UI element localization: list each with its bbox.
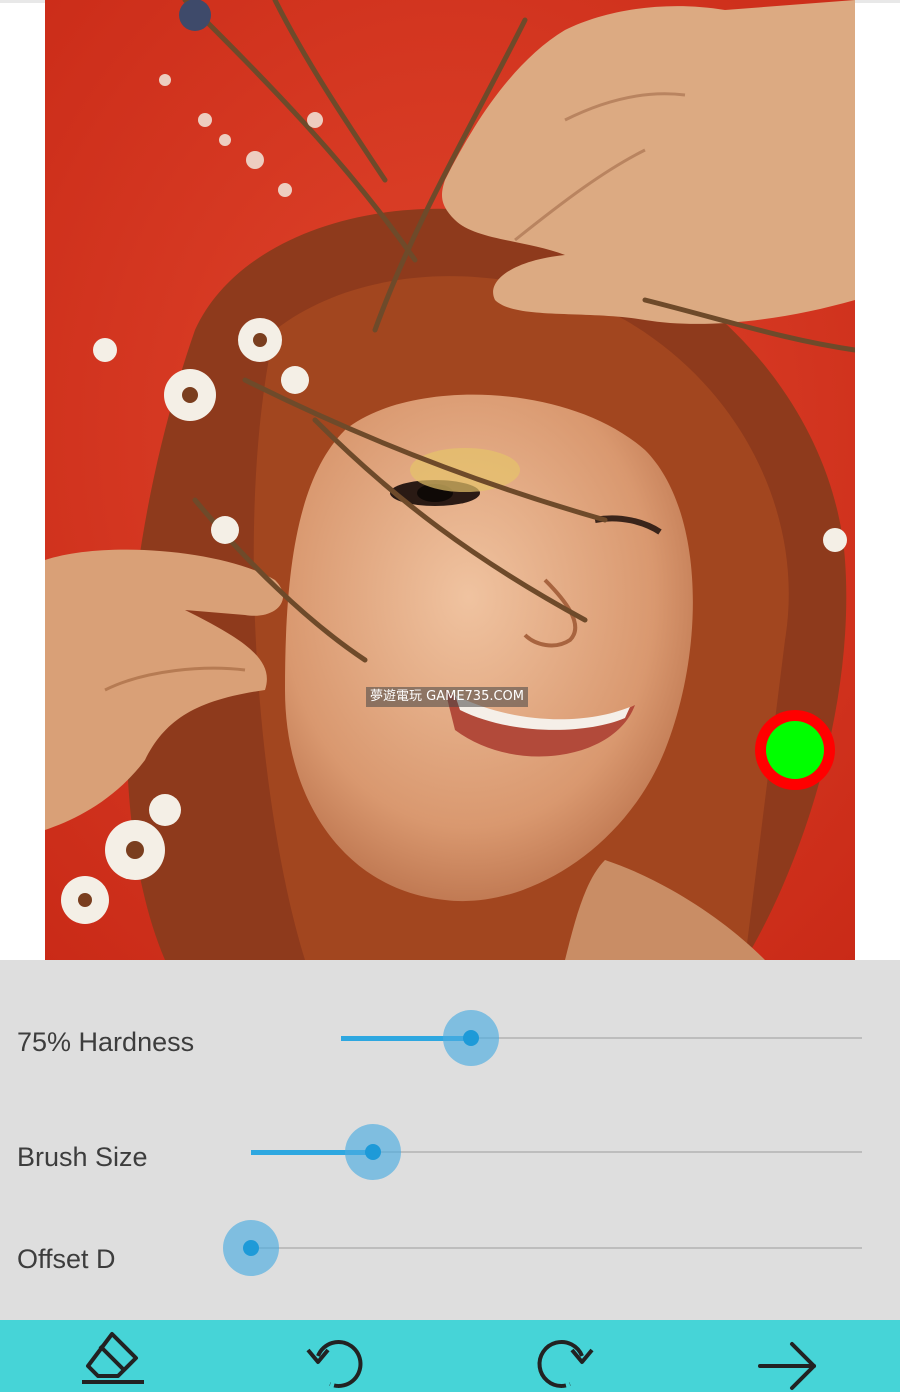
portrait-photo[interactable] bbox=[45, 0, 855, 960]
brush-cursor-handle[interactable] bbox=[755, 710, 835, 790]
next-button[interactable] bbox=[752, 1320, 824, 1392]
offset-slider[interactable] bbox=[223, 1218, 862, 1278]
hardness-slider-thumb[interactable] bbox=[443, 1010, 499, 1066]
eraser-button[interactable] bbox=[78, 1320, 150, 1392]
brush-controls-panel: 75% Hardness Brush Size Offset D bbox=[0, 960, 900, 1320]
brush-cursor-center bbox=[766, 721, 824, 779]
watermark-text: 夢遊電玩 GAME735.COM bbox=[366, 687, 529, 707]
redo-button[interactable] bbox=[526, 1320, 598, 1392]
hardness-slider[interactable] bbox=[341, 1008, 862, 1068]
offset-slider-thumb[interactable] bbox=[223, 1220, 279, 1276]
redo-icon bbox=[537, 1340, 594, 1389]
hardness-label: 75% Hardness bbox=[17, 1027, 195, 1057]
undo-icon bbox=[306, 1340, 363, 1389]
brush-size-slider[interactable] bbox=[251, 1122, 862, 1182]
offset-slider-track bbox=[251, 1247, 862, 1249]
bottom-toolbar bbox=[0, 1320, 900, 1392]
brush-size-label: Brush Size bbox=[17, 1142, 148, 1172]
eraser-icon bbox=[82, 1332, 144, 1384]
undo-button[interactable] bbox=[302, 1320, 374, 1392]
next-arrow-icon bbox=[758, 1342, 816, 1390]
offset-label: Offset D bbox=[17, 1244, 116, 1274]
brush-size-slider-thumb[interactable] bbox=[345, 1124, 401, 1180]
edit-canvas[interactable]: 夢遊電玩 GAME735.COM bbox=[0, 0, 900, 960]
